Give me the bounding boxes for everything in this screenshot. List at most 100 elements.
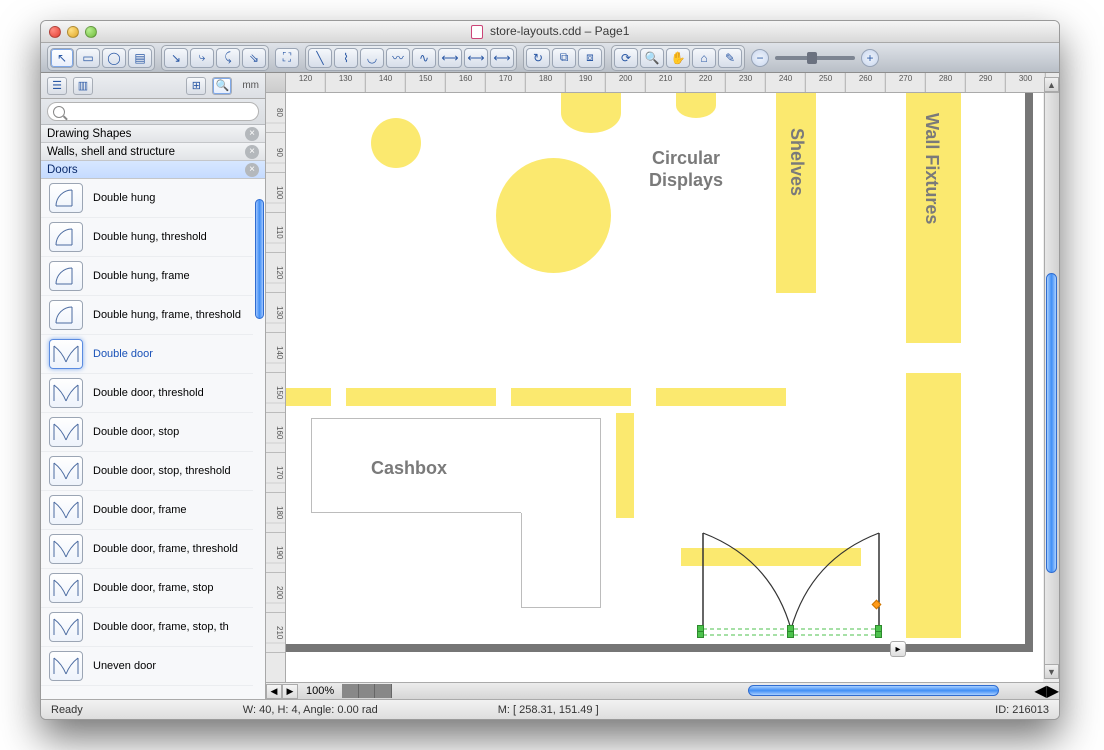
connector-tool-4[interactable]: ⇘ (242, 48, 266, 68)
zoom-level[interactable]: 100% (306, 685, 334, 697)
shape-thumb-icon (49, 417, 83, 447)
connector-tool-1[interactable]: ↘ (164, 48, 188, 68)
close-icon[interactable]: × (245, 163, 259, 177)
ruler-corner (266, 73, 286, 93)
vertical-scrollbar[interactable] (1044, 93, 1059, 679)
shape-thumb-icon (49, 378, 83, 408)
shape-list-item[interactable]: Double hung, frame, threshold (41, 296, 253, 335)
scroll-left-button[interactable]: ◀ (1034, 681, 1046, 699)
category-row[interactable]: Walls, shell and structure × (41, 143, 265, 161)
close-icon[interactable]: × (245, 127, 259, 141)
ungroup-tool[interactable]: ⧈ (578, 48, 602, 68)
shape-thumb-icon (49, 573, 83, 603)
shape-list-item[interactable]: Double door, threshold (41, 374, 253, 413)
shape-list-item[interactable]: Double hung (41, 179, 253, 218)
shape-thumb-icon (49, 651, 83, 681)
next-page-button[interactable]: ▶ (282, 684, 298, 699)
shape-circle[interactable] (676, 93, 716, 118)
smart-tag-icon[interactable]: ▸ (890, 641, 906, 657)
category-label: Walls, shell and structure (47, 146, 175, 158)
shape-list-item[interactable]: Double door, stop, threshold (41, 452, 253, 491)
spline-tool[interactable]: 〰 (386, 48, 410, 68)
rectangle-tool[interactable]: ▭ (76, 48, 100, 68)
shape-label: Double door, frame, stop, th (93, 621, 229, 633)
ellipse-tool[interactable]: ◯ (102, 48, 126, 68)
shape-list-item[interactable]: Double door, frame, stop, th (41, 608, 253, 647)
line-tool[interactable]: ╲ (308, 48, 332, 68)
refresh-tool[interactable]: ⟳ (614, 48, 638, 68)
scroll-down-button[interactable]: ▼ (1044, 664, 1059, 679)
shape-circle[interactable] (496, 158, 611, 273)
pointer-tool[interactable]: ↖ (50, 48, 74, 68)
shape-label: Double door, frame, threshold (93, 543, 238, 555)
shape-rect[interactable] (286, 388, 331, 406)
grid-view-icon[interactable]: ⊞ (186, 77, 206, 95)
favorites-icon[interactable]: ▥ (73, 77, 93, 95)
shape-list-item[interactable]: Double door, frame, stop (41, 569, 253, 608)
search-icon (53, 106, 65, 118)
sidebar-scrollbar[interactable] (255, 199, 264, 319)
shape-list-item[interactable]: Double door (41, 335, 253, 374)
shape-cashbox[interactable] (311, 418, 601, 513)
shape-rect[interactable] (656, 388, 786, 406)
shape-label: Double door, stop (93, 426, 179, 438)
zoom-tool[interactable]: 🔍 (640, 48, 664, 68)
shape-rect-wall[interactable] (906, 373, 961, 638)
shape-cashbox[interactable] (521, 513, 601, 608)
shape-label: Double door, frame, stop (93, 582, 213, 594)
shape-list-item[interactable]: Double hung, frame (41, 257, 253, 296)
group-tool[interactable]: ⧉ (552, 48, 576, 68)
zoom-slider[interactable]: − + (751, 49, 879, 67)
connector-tool-2[interactable]: ⤷ (190, 48, 214, 68)
dimension-tool-3[interactable]: ⟷ (490, 48, 514, 68)
shape-rect[interactable] (511, 388, 631, 406)
connector-tool-3[interactable]: ⤹ (216, 48, 240, 68)
shape-rect[interactable] (616, 413, 634, 518)
search-toggle-icon[interactable]: 🔍 (212, 77, 232, 95)
stamp-tool[interactable]: ⌂ (692, 48, 716, 68)
arc-tool[interactable]: ◡ (360, 48, 384, 68)
zoom-in-icon[interactable]: + (861, 49, 879, 67)
canvas-area: 1201301401501601701801902002102202302402… (266, 73, 1059, 699)
horizontal-scrollbar[interactable] (402, 684, 1030, 699)
category-row[interactable]: Doors × (41, 161, 265, 179)
shape-thumb-icon (49, 339, 83, 369)
shape-circle[interactable] (561, 93, 621, 133)
label-circular: Circular Displays (641, 148, 731, 191)
shape-list-item[interactable]: Double door, frame, threshold (41, 530, 253, 569)
shape-thumb-icon (49, 456, 83, 486)
selected-double-door[interactable] (701, 531, 881, 641)
shape-list-item[interactable]: Double hung, threshold (41, 218, 253, 257)
zoom-out-icon[interactable]: − (751, 49, 769, 67)
library-tree-icon[interactable]: ☰ (47, 77, 67, 95)
shape-circle[interactable] (371, 118, 421, 168)
shape-label: Double hung, frame (93, 270, 190, 282)
crop-tool[interactable]: ⛶ (275, 48, 299, 68)
eyedropper-tool[interactable]: ✎ (718, 48, 742, 68)
shape-list-item[interactable]: Double door, stop (41, 413, 253, 452)
page-tabs[interactable] (342, 684, 392, 698)
pan-tool[interactable]: ✋ (666, 48, 690, 68)
bezier-tool[interactable]: ∿ (412, 48, 436, 68)
category-label: Doors (47, 164, 78, 176)
search-input[interactable] (47, 102, 259, 121)
dimension-tool-2[interactable]: ⟷ (464, 48, 488, 68)
category-row[interactable]: Drawing Shapes× (41, 125, 265, 143)
shape-rect[interactable] (346, 388, 496, 406)
shape-list-item[interactable]: Uneven door (41, 647, 253, 686)
table-tool[interactable]: ▤ (128, 48, 152, 68)
shape-label: Double door (93, 348, 153, 360)
shape-thumb-icon (49, 495, 83, 525)
polyline-tool[interactable]: ⌇ (334, 48, 358, 68)
status-dimensions: W: 40, H: 4, Angle: 0.00 rad (243, 704, 378, 716)
scroll-right-button[interactable]: ▶ (1047, 681, 1059, 699)
canvas[interactable]: Shelves Wall Fixtures Circular Displays (286, 93, 1043, 682)
dimension-tool-1[interactable]: ⟷ (438, 48, 462, 68)
horizontal-ruler: 1201301401501601701801902002102202302402… (286, 73, 1059, 93)
rotate-tool[interactable]: ↻ (526, 48, 550, 68)
shape-list-item[interactable]: Double door, frame (41, 491, 253, 530)
status-ready: Ready (51, 704, 83, 716)
close-icon[interactable]: × (245, 145, 259, 159)
shape-thumb-icon (49, 222, 83, 252)
prev-page-button[interactable]: ◀ (266, 684, 282, 699)
